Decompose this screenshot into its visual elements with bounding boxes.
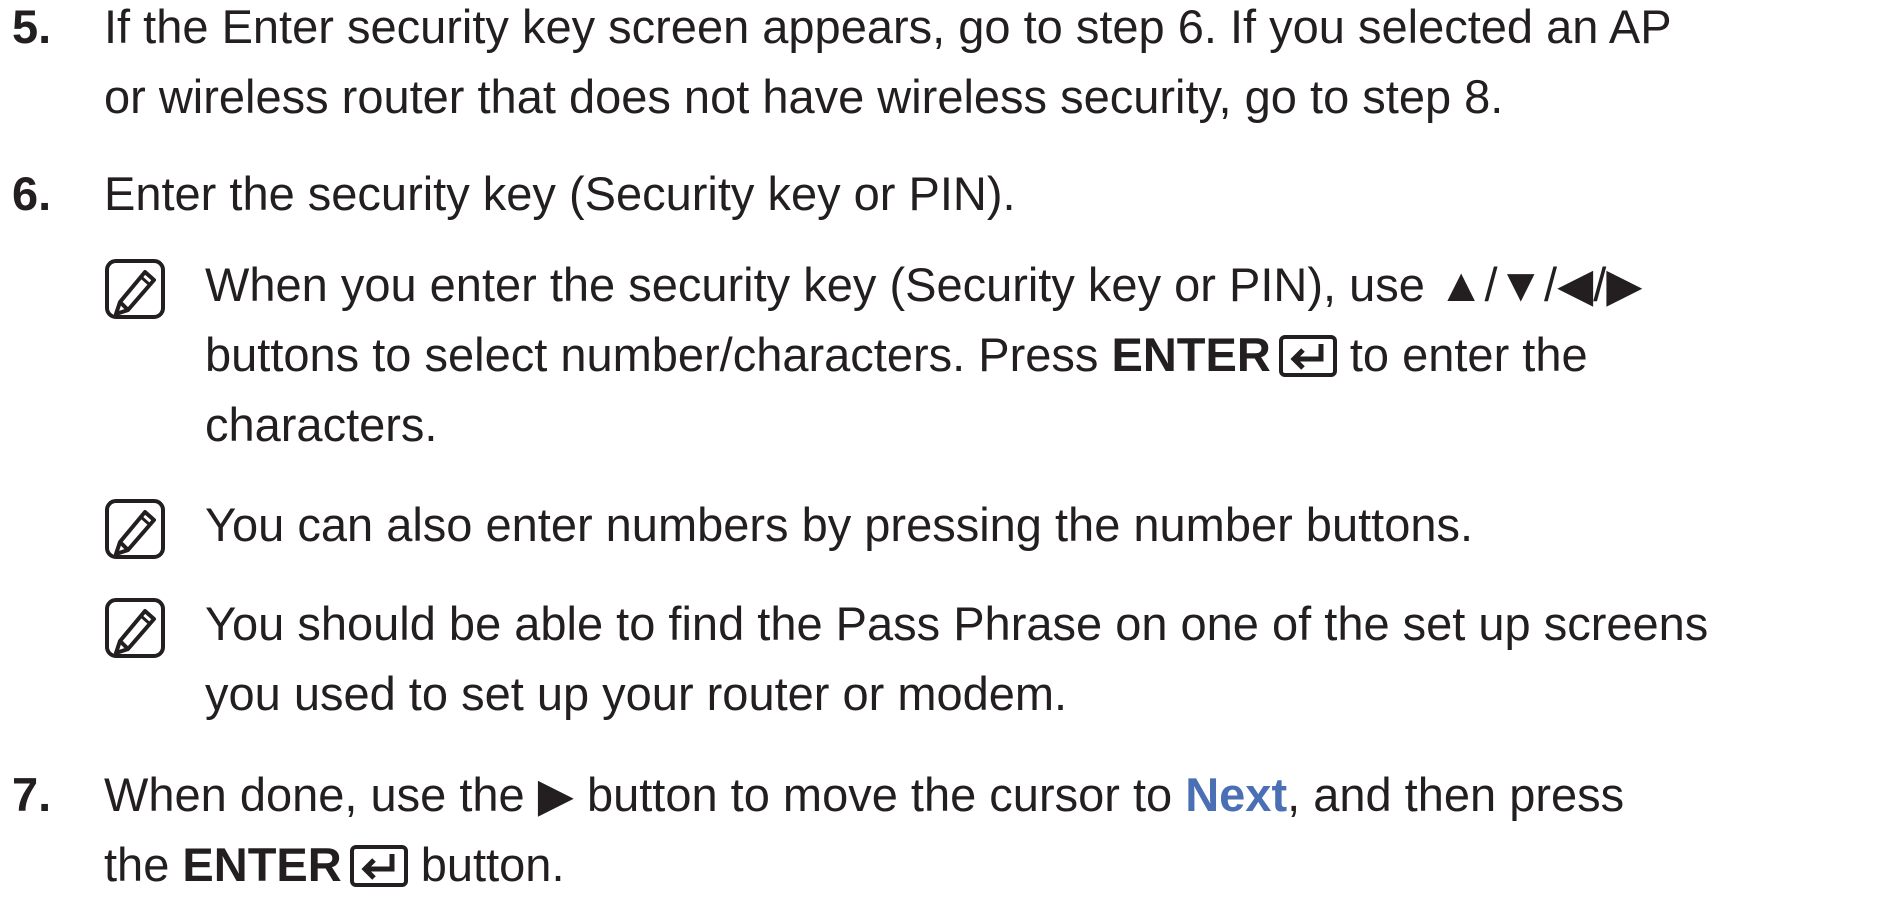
step-number: 5.	[12, 0, 52, 53]
enter-key-icon	[349, 845, 408, 887]
note-line: buttons to select number/characters. Pre…	[205, 320, 1885, 390]
step-line-text: the	[104, 838, 170, 891]
step-text: When done, use the ▶ button to move the …	[104, 760, 1884, 900]
step-line: the ENTER button.	[104, 830, 1884, 900]
step-line-text: , and then press	[1287, 768, 1625, 821]
step-number: 6.	[12, 167, 52, 220]
enter-label: ENTER	[1111, 328, 1271, 381]
step-line: Enter the security key (Security key or …	[104, 167, 1016, 220]
enter-key-icon	[1278, 335, 1337, 377]
step-line-text: When done, use the ▶ button to move the …	[104, 768, 1173, 821]
step-text: Enter the security key (Security key or …	[104, 159, 1884, 229]
note-text: You should be able to find the Pass Phra…	[205, 589, 1885, 729]
step-number: 7.	[12, 768, 52, 821]
note-pencil-icon	[105, 499, 165, 559]
next-link[interactable]: Next	[1185, 768, 1287, 821]
manual-page: 5. If the Enter security key screen appe…	[0, 0, 1887, 891]
note-line: You can also enter numbers by pressing t…	[205, 498, 1474, 551]
note-line: You should be able to find the Pass Phra…	[205, 597, 1709, 650]
note-line: you used to set up your router or modem.	[205, 667, 1068, 720]
note-text: When you enter the security key (Securit…	[205, 250, 1885, 460]
enter-label: ENTER	[182, 838, 342, 891]
step-text: If the Enter security key screen appears…	[104, 0, 1884, 132]
note-line-text: buttons to select number/characters. Pre…	[205, 328, 1099, 381]
note-line: When you enter the security key (Securit…	[205, 258, 1643, 311]
step-line: or wireless router that does not have wi…	[104, 70, 1504, 123]
note-line: characters.	[205, 398, 438, 451]
step-line-text: button.	[420, 838, 565, 891]
note-pencil-icon	[105, 598, 165, 658]
step-line: When done, use the ▶ button to move the …	[104, 760, 1884, 830]
note-text: You can also enter numbers by pressing t…	[205, 490, 1885, 560]
step-line: If the Enter security key screen appears…	[104, 0, 1672, 53]
note-line-text: to enter the	[1349, 328, 1588, 381]
note-pencil-icon	[105, 259, 165, 319]
